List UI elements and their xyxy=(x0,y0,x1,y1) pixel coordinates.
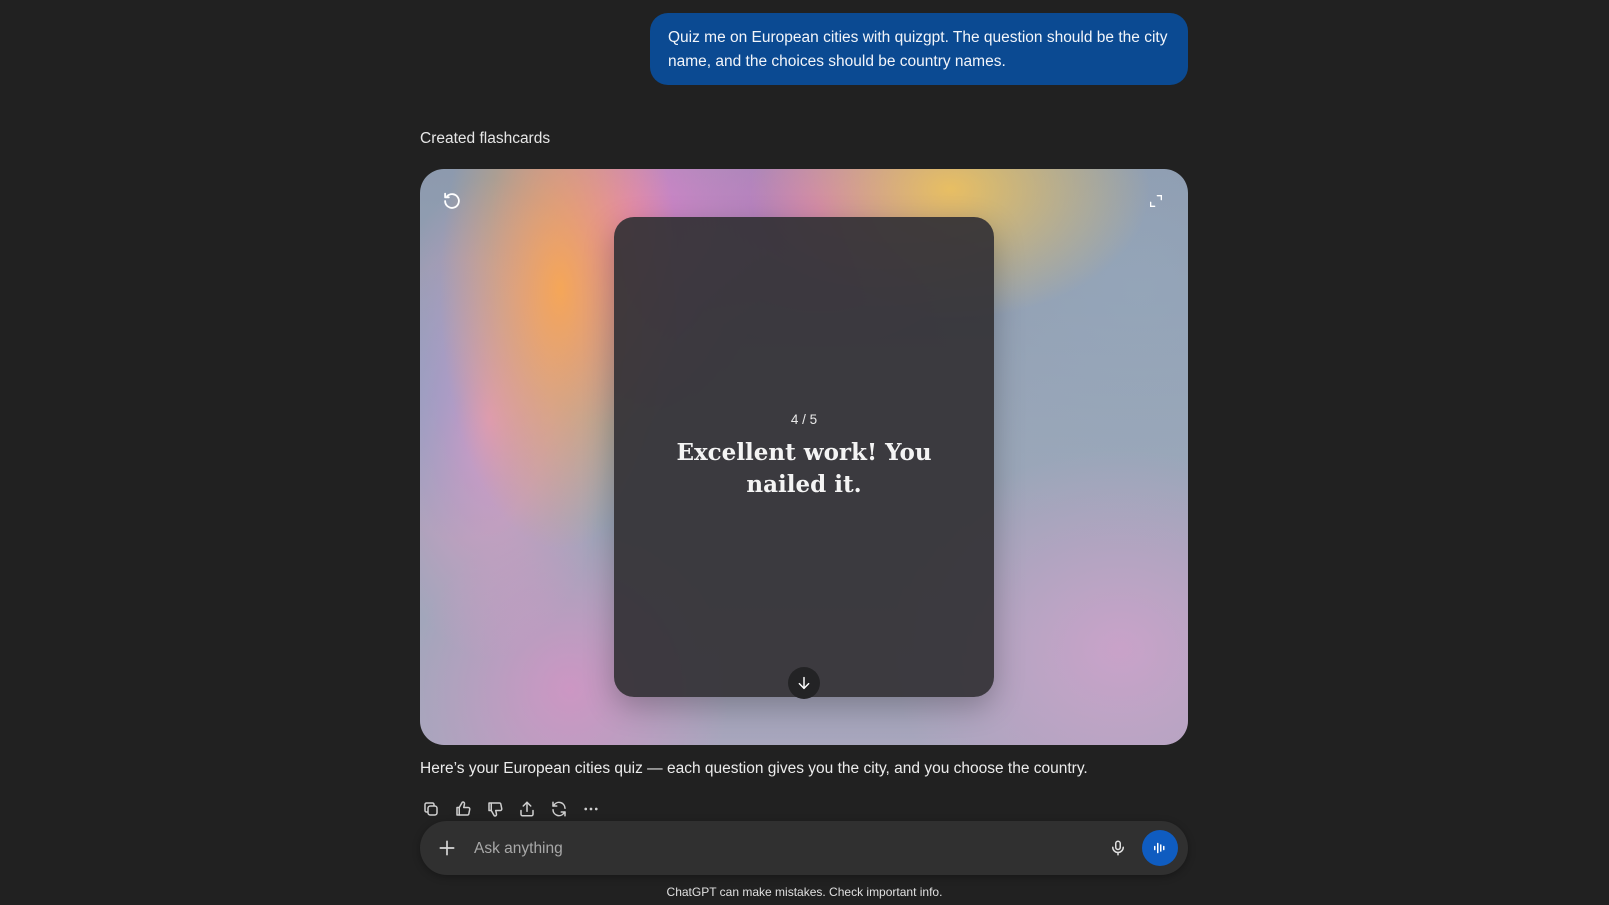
share-icon xyxy=(520,801,534,817)
flip-card-button[interactable] xyxy=(788,667,820,699)
message-actions xyxy=(420,798,602,820)
tool-status: Created flashcards xyxy=(420,130,551,147)
disclaimer: ChatGPT can make mistakes. Check importa… xyxy=(666,885,943,899)
plus-icon xyxy=(439,840,455,856)
voice-mode-icon xyxy=(1154,842,1165,854)
restart-button[interactable] xyxy=(436,185,468,217)
thumbs-up-button[interactable] xyxy=(452,798,474,820)
add-attachment-button[interactable] xyxy=(435,836,459,860)
flashcard[interactable]: 4 / 5 Excellent work! You nailed it. xyxy=(614,217,994,699)
thumbs-down-button[interactable] xyxy=(484,798,506,820)
share-button[interactable] xyxy=(516,798,538,820)
expand-button[interactable] xyxy=(1140,185,1172,217)
dictate-button[interactable] xyxy=(1106,836,1130,860)
more-button[interactable] xyxy=(580,798,602,820)
card-text: Excellent work! You nailed it. xyxy=(676,439,932,498)
arrow-down-icon xyxy=(798,676,810,690)
prompt-input[interactable] xyxy=(472,834,1036,864)
expand-icon xyxy=(1150,195,1162,207)
restart-icon xyxy=(444,192,460,209)
more-icon xyxy=(584,807,598,811)
composer xyxy=(420,821,1188,875)
thumbs-up-icon xyxy=(456,801,471,816)
regenerate-button[interactable] xyxy=(548,798,570,820)
copy-icon xyxy=(424,802,438,816)
flashcard-widget: 4 / 5 Excellent work! You nailed it. xyxy=(420,169,1188,745)
voice-mode-button[interactable] xyxy=(1142,830,1178,866)
mic-icon xyxy=(1112,840,1124,856)
card-counter: 4 / 5 xyxy=(790,412,818,427)
thumbs-down-icon xyxy=(488,802,503,817)
user-message: Quiz me on European cities with quizgpt.… xyxy=(650,13,1188,85)
regenerate-icon xyxy=(552,801,566,817)
chat-page: Quiz me on European cities with quizgpt.… xyxy=(0,0,1609,905)
copy-button[interactable] xyxy=(420,798,442,820)
assistant-reply: Here’s your European cities quiz — each … xyxy=(420,760,1088,777)
